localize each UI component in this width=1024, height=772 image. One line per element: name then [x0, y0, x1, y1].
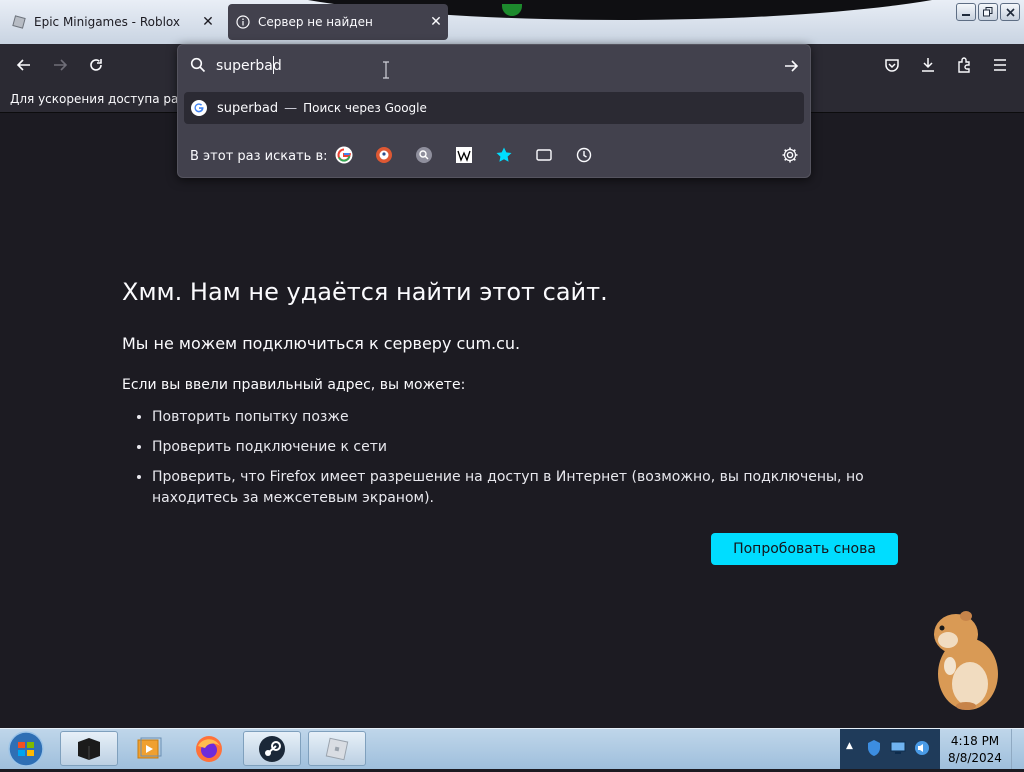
back-button[interactable] — [12, 53, 36, 77]
system-tray: ▲ — [840, 729, 940, 769]
reload-button[interactable] — [84, 53, 108, 77]
error-page: Хмм. Нам не удаётся найти этот сайт. Мы … — [122, 270, 902, 518]
steam-icon — [259, 735, 285, 762]
app-menu-button[interactable] — [988, 53, 1012, 77]
pocket-icon — [885, 59, 899, 72]
tab-close-icon[interactable]: ✕ — [196, 14, 220, 30]
star-icon — [496, 147, 512, 162]
clock-date: 8/8/2024 — [948, 751, 1002, 765]
one-off-label: В этот раз искать в: — [190, 149, 328, 164]
google-icon — [335, 146, 353, 164]
media-player-icon — [137, 737, 162, 758]
show-hidden-icons-button[interactable]: ▲ — [846, 741, 853, 751]
urlbar-input[interactable] — [216, 57, 756, 75]
start-button[interactable] — [4, 730, 48, 768]
firefox-icon — [196, 735, 222, 762]
extensions-button[interactable] — [952, 53, 976, 77]
windows-logo-icon — [8, 731, 44, 767]
suggestion-term: superbad — [217, 100, 279, 116]
clock-icon — [576, 147, 592, 163]
list-item: Проверить, что Firefox имеет разрешение … — [152, 467, 902, 509]
taskbar: ▲ 4:18 PM 8/8/2024 — [0, 728, 1024, 769]
hamburger-menu-icon — [994, 59, 1006, 71]
taskbar-clock[interactable]: 4:18 PM 8/8/2024 — [940, 733, 1010, 767]
engine-google-button[interactable] — [334, 145, 354, 165]
tab-icon — [536, 149, 552, 161]
show-desktop-button[interactable] — [1011, 729, 1024, 769]
tab-title: Epic Minigames - Roblox — [34, 15, 180, 29]
tab-server-not-found[interactable]: Сервер не найден ✕ — [228, 4, 448, 40]
pocket-button[interactable] — [880, 53, 904, 77]
black-cube-app-icon — [78, 737, 100, 760]
engine-search-button[interactable] — [414, 145, 434, 165]
shield-icon[interactable] — [866, 739, 882, 757]
suggestion-dash: — — [284, 100, 298, 116]
roblox-favicon-icon — [12, 15, 26, 29]
wikipedia-icon — [456, 147, 472, 163]
hamster-desktop-pet-icon — [934, 611, 998, 710]
list-item: Повторить попытку позже — [152, 407, 902, 428]
window-controls — [956, 3, 1020, 21]
taskbar-app-black-window[interactable] — [60, 731, 118, 766]
text-caret — [273, 56, 274, 74]
google-icon — [191, 100, 207, 116]
go-button[interactable] — [780, 55, 802, 77]
info-icon — [236, 15, 250, 29]
monitor-network-icon[interactable] — [890, 741, 906, 755]
forward-arrow-icon — [54, 59, 68, 71]
engine-duckduckgo-button[interactable] — [374, 145, 394, 165]
search-icon — [190, 57, 206, 77]
try-again-button[interactable]: Попробовать снова — [711, 533, 898, 565]
roblox-icon — [325, 737, 349, 760]
arrow-right-icon — [785, 60, 799, 72]
error-title: Хмм. Нам не удаётся найти этот сайт. — [122, 278, 608, 306]
history-search-button[interactable] — [574, 145, 594, 165]
bookmarks-search-button[interactable] — [494, 145, 514, 165]
gear-icon — [782, 147, 798, 163]
restore-button[interactable] — [978, 3, 998, 21]
bookmarks-hint: Для ускорения доступа разместите свои за… — [10, 92, 178, 106]
close-window-button[interactable] — [1000, 3, 1020, 21]
taskbar-app-steam[interactable] — [243, 731, 301, 766]
urlbar — [178, 45, 810, 87]
taskbar-app-media-player[interactable] — [120, 731, 178, 766]
search-settings-button[interactable] — [780, 145, 800, 165]
error-short-desc: Мы не можем подключиться к серверу cum.c… — [122, 334, 521, 353]
one-off-search-bar: В этот раз искать в: — [178, 135, 810, 175]
volume-icon[interactable] — [914, 740, 930, 756]
forward-button[interactable] — [48, 53, 72, 77]
clock-time: 4:18 PM — [950, 734, 1000, 748]
taskbar-app-firefox[interactable] — [180, 731, 238, 766]
tab-roblox[interactable]: Epic Minigames - Roblox ✕ — [4, 4, 220, 40]
tab-title: Сервер не найден — [258, 15, 373, 29]
urlbar-popup: superbad — Поиск через Google В этот раз… — [177, 44, 811, 178]
text-cursor-icon — [383, 61, 389, 79]
engine-wikipedia-button[interactable] — [454, 145, 474, 165]
back-arrow-icon — [16, 59, 30, 71]
search-suggestion-row[interactable]: superbad — Поиск через Google — [184, 92, 804, 124]
tab-close-icon[interactable]: ✕ — [424, 14, 448, 30]
puzzle-icon — [958, 57, 970, 73]
error-intro: Если вы ввели правильный адрес, вы может… — [122, 377, 466, 393]
magnifier-engine-icon — [416, 147, 432, 163]
suggestion-engine-hint: Поиск через Google — [303, 101, 427, 115]
downloads-button[interactable] — [916, 53, 940, 77]
duckduckgo-icon — [376, 147, 392, 163]
taskbar-app-roblox[interactable] — [308, 731, 366, 766]
reload-icon — [90, 59, 102, 71]
error-suggestions: Повторить попытку позже Проверить подклю… — [122, 407, 902, 509]
list-item: Проверить подключение к сети — [152, 437, 902, 458]
tab-bar: Epic Minigames - Roblox ✕ Сервер не найд… — [0, 0, 1024, 44]
tabs-search-button[interactable] — [534, 145, 554, 165]
minimize-button[interactable] — [956, 3, 976, 21]
download-icon — [922, 58, 934, 72]
